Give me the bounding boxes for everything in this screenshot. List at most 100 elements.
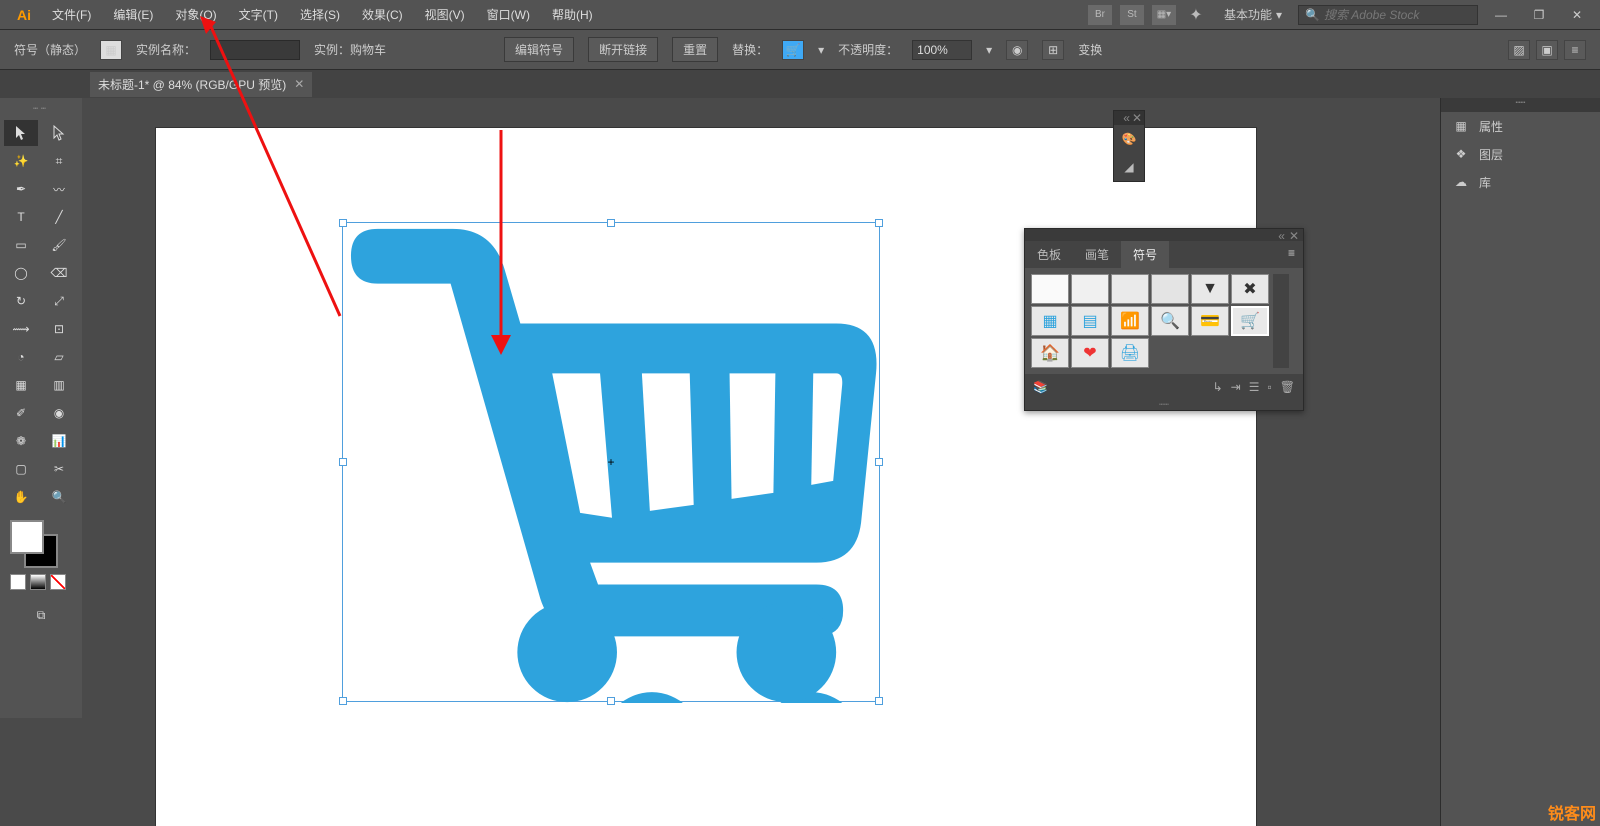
- canvas-area[interactable]: +: [82, 98, 1438, 826]
- selection-bounding-box[interactable]: +: [342, 222, 880, 702]
- color-guide-panel-icon[interactable]: ◢: [1114, 153, 1144, 181]
- layers-panel-button[interactable]: ❖ 图层: [1441, 140, 1600, 168]
- symbol-item-film[interactable]: ▤: [1071, 306, 1109, 336]
- graph-tool[interactable]: 📊: [42, 428, 76, 454]
- swatches-tab[interactable]: 色板: [1025, 241, 1073, 268]
- workspace-switcher[interactable]: 基本功能 ▾: [1216, 4, 1290, 25]
- place-symbol-button[interactable]: ↳: [1213, 380, 1223, 394]
- symbol-item[interactable]: [1031, 274, 1069, 304]
- symbol-item-print[interactable]: 🖨: [1111, 338, 1149, 368]
- arrange-documents-button[interactable]: ▦▾: [1152, 5, 1176, 25]
- options-button[interactable]: ≡: [1564, 40, 1586, 60]
- blend-tool[interactable]: ◉: [42, 400, 76, 426]
- pen-tool[interactable]: ✒: [4, 176, 38, 202]
- menu-edit[interactable]: 编辑(E): [103, 2, 163, 27]
- new-symbol-button[interactable]: ▫: [1268, 380, 1272, 394]
- rotate-tool[interactable]: ↻: [4, 288, 38, 314]
- symbol-options-button[interactable]: ☰: [1249, 380, 1260, 394]
- curvature-tool[interactable]: 〰: [42, 176, 76, 202]
- fill-stroke-swatch[interactable]: [10, 520, 70, 570]
- libraries-panel-button[interactable]: ☁ 库: [1441, 168, 1600, 196]
- free-transform-tool[interactable]: ⊡: [42, 316, 76, 342]
- instance-name-input[interactable]: [210, 40, 300, 60]
- slice-tool[interactable]: ✂: [42, 456, 76, 482]
- toolbox-grip[interactable]: ┅┅: [4, 104, 78, 116]
- symbol-item-card[interactable]: 💳: [1191, 306, 1229, 336]
- magic-wand-tool[interactable]: ✨: [4, 148, 38, 174]
- delete-symbol-button[interactable]: 🗑: [1280, 380, 1295, 394]
- type-tool[interactable]: T: [4, 204, 38, 230]
- transform-label[interactable]: 变换: [1078, 41, 1102, 58]
- symbol-item-calendar[interactable]: ▦: [1031, 306, 1069, 336]
- window-maximize-button[interactable]: ❐: [1524, 5, 1554, 25]
- symbol-item[interactable]: [1071, 274, 1109, 304]
- lasso-tool[interactable]: ⌗: [42, 148, 76, 174]
- fill-color[interactable]: [10, 520, 44, 554]
- symbol-item[interactable]: [1151, 274, 1189, 304]
- menu-help[interactable]: 帮助(H): [542, 2, 603, 27]
- eraser-tool[interactable]: ⌫: [42, 260, 76, 286]
- document-tab-close-icon[interactable]: ✕: [294, 77, 304, 91]
- line-tool[interactable]: ╱: [42, 204, 76, 230]
- symbol-thumb-icon[interactable]: ▦: [100, 40, 122, 60]
- align-button[interactable]: ⊞: [1042, 40, 1064, 60]
- selection-handle[interactable]: [875, 458, 883, 466]
- replace-symbol-dropdown[interactable]: 🛒: [782, 40, 804, 60]
- gpu-rocket-icon[interactable]: ✦: [1184, 5, 1208, 25]
- dock-close-icon[interactable]: ✕: [1132, 111, 1142, 125]
- artboard-tool[interactable]: ▢: [4, 456, 38, 482]
- zoom-tool[interactable]: 🔍: [42, 484, 76, 510]
- symbol-item-home[interactable]: 🏠: [1031, 338, 1069, 368]
- mesh-tool[interactable]: ▦: [4, 372, 38, 398]
- reset-button[interactable]: 重置: [672, 37, 718, 62]
- menu-file[interactable]: 文件(F): [42, 2, 101, 27]
- perspective-tool[interactable]: ▱: [42, 344, 76, 370]
- break-link-footer-button[interactable]: ⇥: [1231, 380, 1241, 394]
- opacity-input[interactable]: 100%: [912, 40, 972, 60]
- bridge-button[interactable]: Br: [1088, 5, 1112, 25]
- symbol-libraries-button[interactable]: 📚: [1033, 380, 1048, 394]
- brushes-tab[interactable]: 画笔: [1073, 241, 1121, 268]
- eyedropper-tool[interactable]: ✐: [4, 400, 38, 426]
- selection-handle[interactable]: [875, 697, 883, 705]
- menu-type[interactable]: 文字(T): [229, 2, 288, 27]
- symbol-item-rss[interactable]: 📶: [1111, 306, 1149, 336]
- edit-symbol-button[interactable]: 编辑符号: [504, 37, 574, 62]
- color-panel-icon[interactable]: 🎨: [1114, 125, 1144, 153]
- symbols-tab[interactable]: 符号: [1121, 241, 1169, 268]
- properties-panel-button[interactable]: ▦ 属性: [1441, 112, 1600, 140]
- symbol-item-search[interactable]: 🔍: [1151, 306, 1189, 336]
- scale-tool[interactable]: ⤢: [42, 288, 76, 314]
- panel-resize-grip[interactable]: ┅┅: [1025, 400, 1303, 410]
- menu-view[interactable]: 视图(V): [415, 2, 475, 27]
- selection-handle[interactable]: [339, 219, 347, 227]
- menu-window[interactable]: 窗口(W): [477, 2, 540, 27]
- symbol-item-cart[interactable]: 🛒: [1231, 306, 1269, 336]
- color-mode-color[interactable]: [10, 574, 26, 590]
- stock-search-input[interactable]: 🔍 搜索 Adobe Stock: [1298, 5, 1478, 25]
- symbols-scrollbar[interactable]: [1273, 274, 1289, 368]
- color-mode-none[interactable]: [50, 574, 66, 590]
- panel-menu-icon[interactable]: ≡: [1280, 241, 1303, 268]
- menu-object[interactable]: 对象(O): [165, 2, 226, 27]
- selection-handle[interactable]: [339, 697, 347, 705]
- rectangle-tool[interactable]: ▭: [4, 232, 38, 258]
- selection-handle[interactable]: [607, 219, 615, 227]
- isolation-button[interactable]: ▨: [1508, 40, 1530, 60]
- menu-effect[interactable]: 效果(C): [352, 2, 413, 27]
- selection-handle[interactable]: [607, 697, 615, 705]
- selection-tool[interactable]: [4, 120, 38, 146]
- panel-collapse-icon[interactable]: «: [1278, 229, 1285, 241]
- symbol-sprayer-tool[interactable]: ❁: [4, 428, 38, 454]
- document-tab[interactable]: 未标题-1* @ 84% (RGB/GPU 预览) ✕: [90, 72, 312, 97]
- direct-selection-tool[interactable]: [42, 120, 76, 146]
- break-link-button[interactable]: 断开链接: [588, 37, 658, 62]
- menu-select[interactable]: 选择(S): [290, 2, 350, 27]
- window-close-button[interactable]: ✕: [1562, 5, 1592, 25]
- screen-mode-button[interactable]: ⧉: [24, 602, 58, 628]
- panel-close-icon[interactable]: ✕: [1289, 229, 1299, 241]
- recolor-button[interactable]: ◉: [1006, 40, 1028, 60]
- symbol-item[interactable]: ✖: [1231, 274, 1269, 304]
- symbol-item[interactable]: [1111, 274, 1149, 304]
- window-minimize-button[interactable]: —: [1486, 5, 1516, 25]
